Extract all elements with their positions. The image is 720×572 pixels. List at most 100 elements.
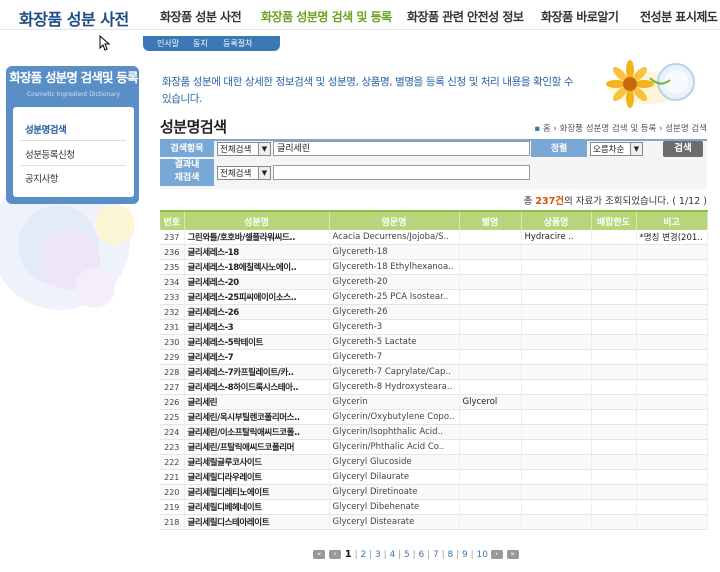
last-page-icon[interactable]: » (506, 550, 519, 559)
remarks (636, 379, 708, 395)
page-number-1[interactable]: 1 (345, 549, 352, 560)
row-number: 219 (160, 499, 185, 515)
table-row[interactable]: 237 그린와틀/호호바/셀플라워씨드.. Acacia Decurrens/Joj… (160, 230, 708, 245)
column-header-ingredient[interactable]: 성분명 (184, 211, 330, 230)
subnav-background[interactable]: 동치 (193, 38, 208, 49)
column-header-english[interactable]: 영문명 (329, 211, 460, 230)
subnav-greeting[interactable]: 인사말 (157, 38, 179, 49)
english-name: Glyceryl Dibehenate (329, 499, 460, 515)
first-page-icon[interactable]: « (313, 550, 325, 559)
ingredient-name-link[interactable]: 글리세릴디베헤네이트 (184, 499, 330, 515)
ingredient-name-link[interactable]: 글리세레스-20 (184, 274, 330, 290)
table-row[interactable]: 219 글리세릴디베헤네이트 Glyceryl Dibehenate (160, 499, 708, 515)
product-name (521, 514, 592, 530)
search-button[interactable]: 검색 (663, 141, 703, 157)
refine-label-line1: 결과내 (174, 160, 200, 170)
refine-field-select[interactable]: 전체검색 ▼ (217, 166, 271, 180)
table-row[interactable]: 234 글리세레스-20 Glycereth-20 (160, 274, 708, 290)
table-row[interactable]: 235 글리세레스-18에칠렉사노에이.. Glycereth-18 Ethylhe… (160, 259, 708, 275)
ingredient-name-link[interactable]: 글리세린 (184, 394, 330, 410)
sidebar-menu: 성분명검색 성분등록신청 공지사항 (13, 107, 134, 197)
gnb-item-search-register[interactable]: 화장품 성분명 검색 및 등록 (261, 8, 392, 25)
sidebar-item-registration-request[interactable]: 성분등록신청 (25, 147, 75, 161)
table-row[interactable]: 229 글리세레스-7 Glycereth-7 (160, 349, 708, 365)
table-row[interactable]: 221 글리세릴디라우레이트 Glyceryl Dilaurate (160, 469, 708, 485)
table-row[interactable]: 218 글리세릴디스테아레이트 Glyceryl Distearate (160, 514, 708, 530)
search-input[interactable]: 글리세린 (273, 141, 530, 156)
ingredient-name-link[interactable]: 글리세레스-7카프릴레이트/카.. (184, 364, 330, 380)
sidebar-item-notice[interactable]: 공지사항 (25, 171, 58, 185)
ingredient-name-link[interactable]: 글리세레스-18에칠렉사노에이.. (184, 259, 330, 275)
remarks (636, 304, 708, 320)
english-name: Glycerin (329, 394, 460, 410)
table-row[interactable]: 222 글리세릴글루코사이드 Glyceryl Glucoside (160, 454, 708, 470)
table-row[interactable]: 232 글리세레스-26 Glycereth-26 (160, 304, 708, 320)
table-row[interactable]: 220 글리세릴디레티노에이트 Glyceryl Diretinoate (160, 484, 708, 500)
pagination: « ‹ 1 | 2 | 3 | 4 | 5 | 6 | 7 | 8 | 9 | … (313, 549, 520, 563)
breadcrumb-bullet-icon: ▪ (534, 124, 541, 134)
ingredient-name-link[interactable]: 글리세레스-26 (184, 304, 330, 320)
gnb-item-safety-info[interactable]: 화장품 관련 안전성 정보 (407, 8, 524, 25)
alias-name (459, 274, 522, 290)
gnb-item-dictionary[interactable]: 화장품 성분 사전 (160, 8, 242, 25)
ingredient-name-link[interactable]: 글리세레스-18 (184, 244, 330, 260)
breadcrumb-separator-icon: › (659, 124, 663, 134)
ingredient-name-link[interactable]: 글리세레스-7 (184, 349, 330, 365)
breadcrumb-section[interactable]: 화장품 성분명 검색 및 등록 (560, 124, 657, 134)
ingredient-name-link[interactable]: 글리세레스-25피씨에이이소스.. (184, 289, 330, 305)
ingredient-name-link[interactable]: 글리세레스-5락테이트 (184, 334, 330, 350)
table-row[interactable]: 225 글리세린/옥시부틸렌코폴리머스.. Glycerin/Oxybutylene… (160, 409, 708, 425)
page-separator: | (467, 550, 477, 560)
search-item-label: 검색항목 (160, 141, 214, 157)
flower-illustration (606, 60, 695, 108)
mix-limit (591, 364, 637, 380)
table-row[interactable]: 233 글리세레스-25피씨에이이소스.. Glycereth-25 PCA Iso… (160, 289, 708, 305)
table-row[interactable]: 226 글리세린 Glycerin Glycerol (160, 394, 708, 410)
table-row[interactable]: 227 글리세레스-8하이드록시스테아.. Glycereth-8 Hydroxys… (160, 379, 708, 395)
ingredient-name-link[interactable]: 글리세레스-8하이드록시스테아.. (184, 379, 330, 395)
table-row[interactable]: 230 글리세레스-5락테이트 Glycereth-5 Lactate (160, 334, 708, 350)
ingredient-name-link[interactable]: 글리세릴글루코사이드 (184, 454, 330, 470)
ingredient-name-link[interactable]: 글리세레스-3 (184, 319, 330, 335)
ingredient-name-link[interactable]: 글리세릴디스테아레이트 (184, 514, 330, 530)
search-field-select[interactable]: 전체검색 ▼ (217, 142, 271, 156)
sort-select[interactable]: 오름차순 ▼ (590, 142, 643, 156)
alias-name (459, 469, 522, 485)
breadcrumb-home[interactable]: 홈 (543, 124, 551, 134)
remarks (636, 454, 708, 470)
prev-page-icon[interactable]: ‹ (328, 550, 341, 559)
ingredient-name-link[interactable]: 글리세릴디라우레이트 (184, 469, 330, 485)
english-name: Glycereth-7 Caprylate/Cap.. (329, 364, 460, 380)
table-row[interactable]: 231 글리세레스-3 Glycereth-3 (160, 319, 708, 335)
table-row[interactable]: 224 글리세린/이소프탈릭애씨드코폴.. Glycerin/Isophthalic… (160, 424, 708, 440)
page-number-10[interactable]: 10 (476, 550, 487, 560)
column-header-alias: 별명 (459, 211, 522, 230)
subnav-procedure[interactable]: 등록절차 (223, 38, 252, 49)
gnb-item-know-cosmetics[interactable]: 화장품 바로알기 (541, 8, 619, 25)
mix-limit (591, 454, 637, 470)
gnb-item-ingredient-label[interactable]: 전성분 표시제도 (640, 8, 718, 25)
ingredient-name-link[interactable]: 글리세릴디레티노에이트 (184, 484, 330, 500)
row-number: 218 (160, 514, 185, 530)
product-name (521, 274, 592, 290)
page-separator: | (395, 550, 404, 560)
decor-circle (75, 268, 115, 308)
ingredient-name-link[interactable]: 글리세린/옥시부틸렌코폴리머스.. (184, 409, 330, 425)
next-page-icon[interactable]: › (490, 550, 503, 559)
ingredient-name-link[interactable]: 그린와틀/호호바/셀플라워씨드.. (184, 230, 330, 245)
alias-name (459, 319, 522, 335)
ingredient-name-link[interactable]: 글리세린/프탈릭애씨드코폴리머 (184, 439, 330, 455)
site-title[interactable]: 화장품 성분 사전 (19, 6, 129, 30)
table-row[interactable]: 228 글리세레스-7카프릴레이트/카.. Glycereth-7 Caprylat… (160, 364, 708, 380)
mix-limit (591, 319, 637, 335)
row-number: 228 (160, 364, 185, 380)
breadcrumb-current: 성분명 검색 (665, 124, 707, 134)
row-number: 232 (160, 304, 185, 320)
table-row[interactable]: 223 글리세린/프탈릭애씨드코폴리머 Glycerin/Phthalic Acid… (160, 439, 708, 455)
alias-name (459, 379, 522, 395)
refine-search-input[interactable] (273, 165, 530, 180)
ingredient-name-link[interactable]: 글리세린/이소프탈릭애씨드코폴.. (184, 424, 330, 440)
table-row[interactable]: 236 글리세레스-18 Glycereth-18 (160, 244, 708, 260)
remarks (636, 319, 708, 335)
sidebar-item-ingredient-search[interactable]: 성분명검색 (25, 122, 67, 136)
